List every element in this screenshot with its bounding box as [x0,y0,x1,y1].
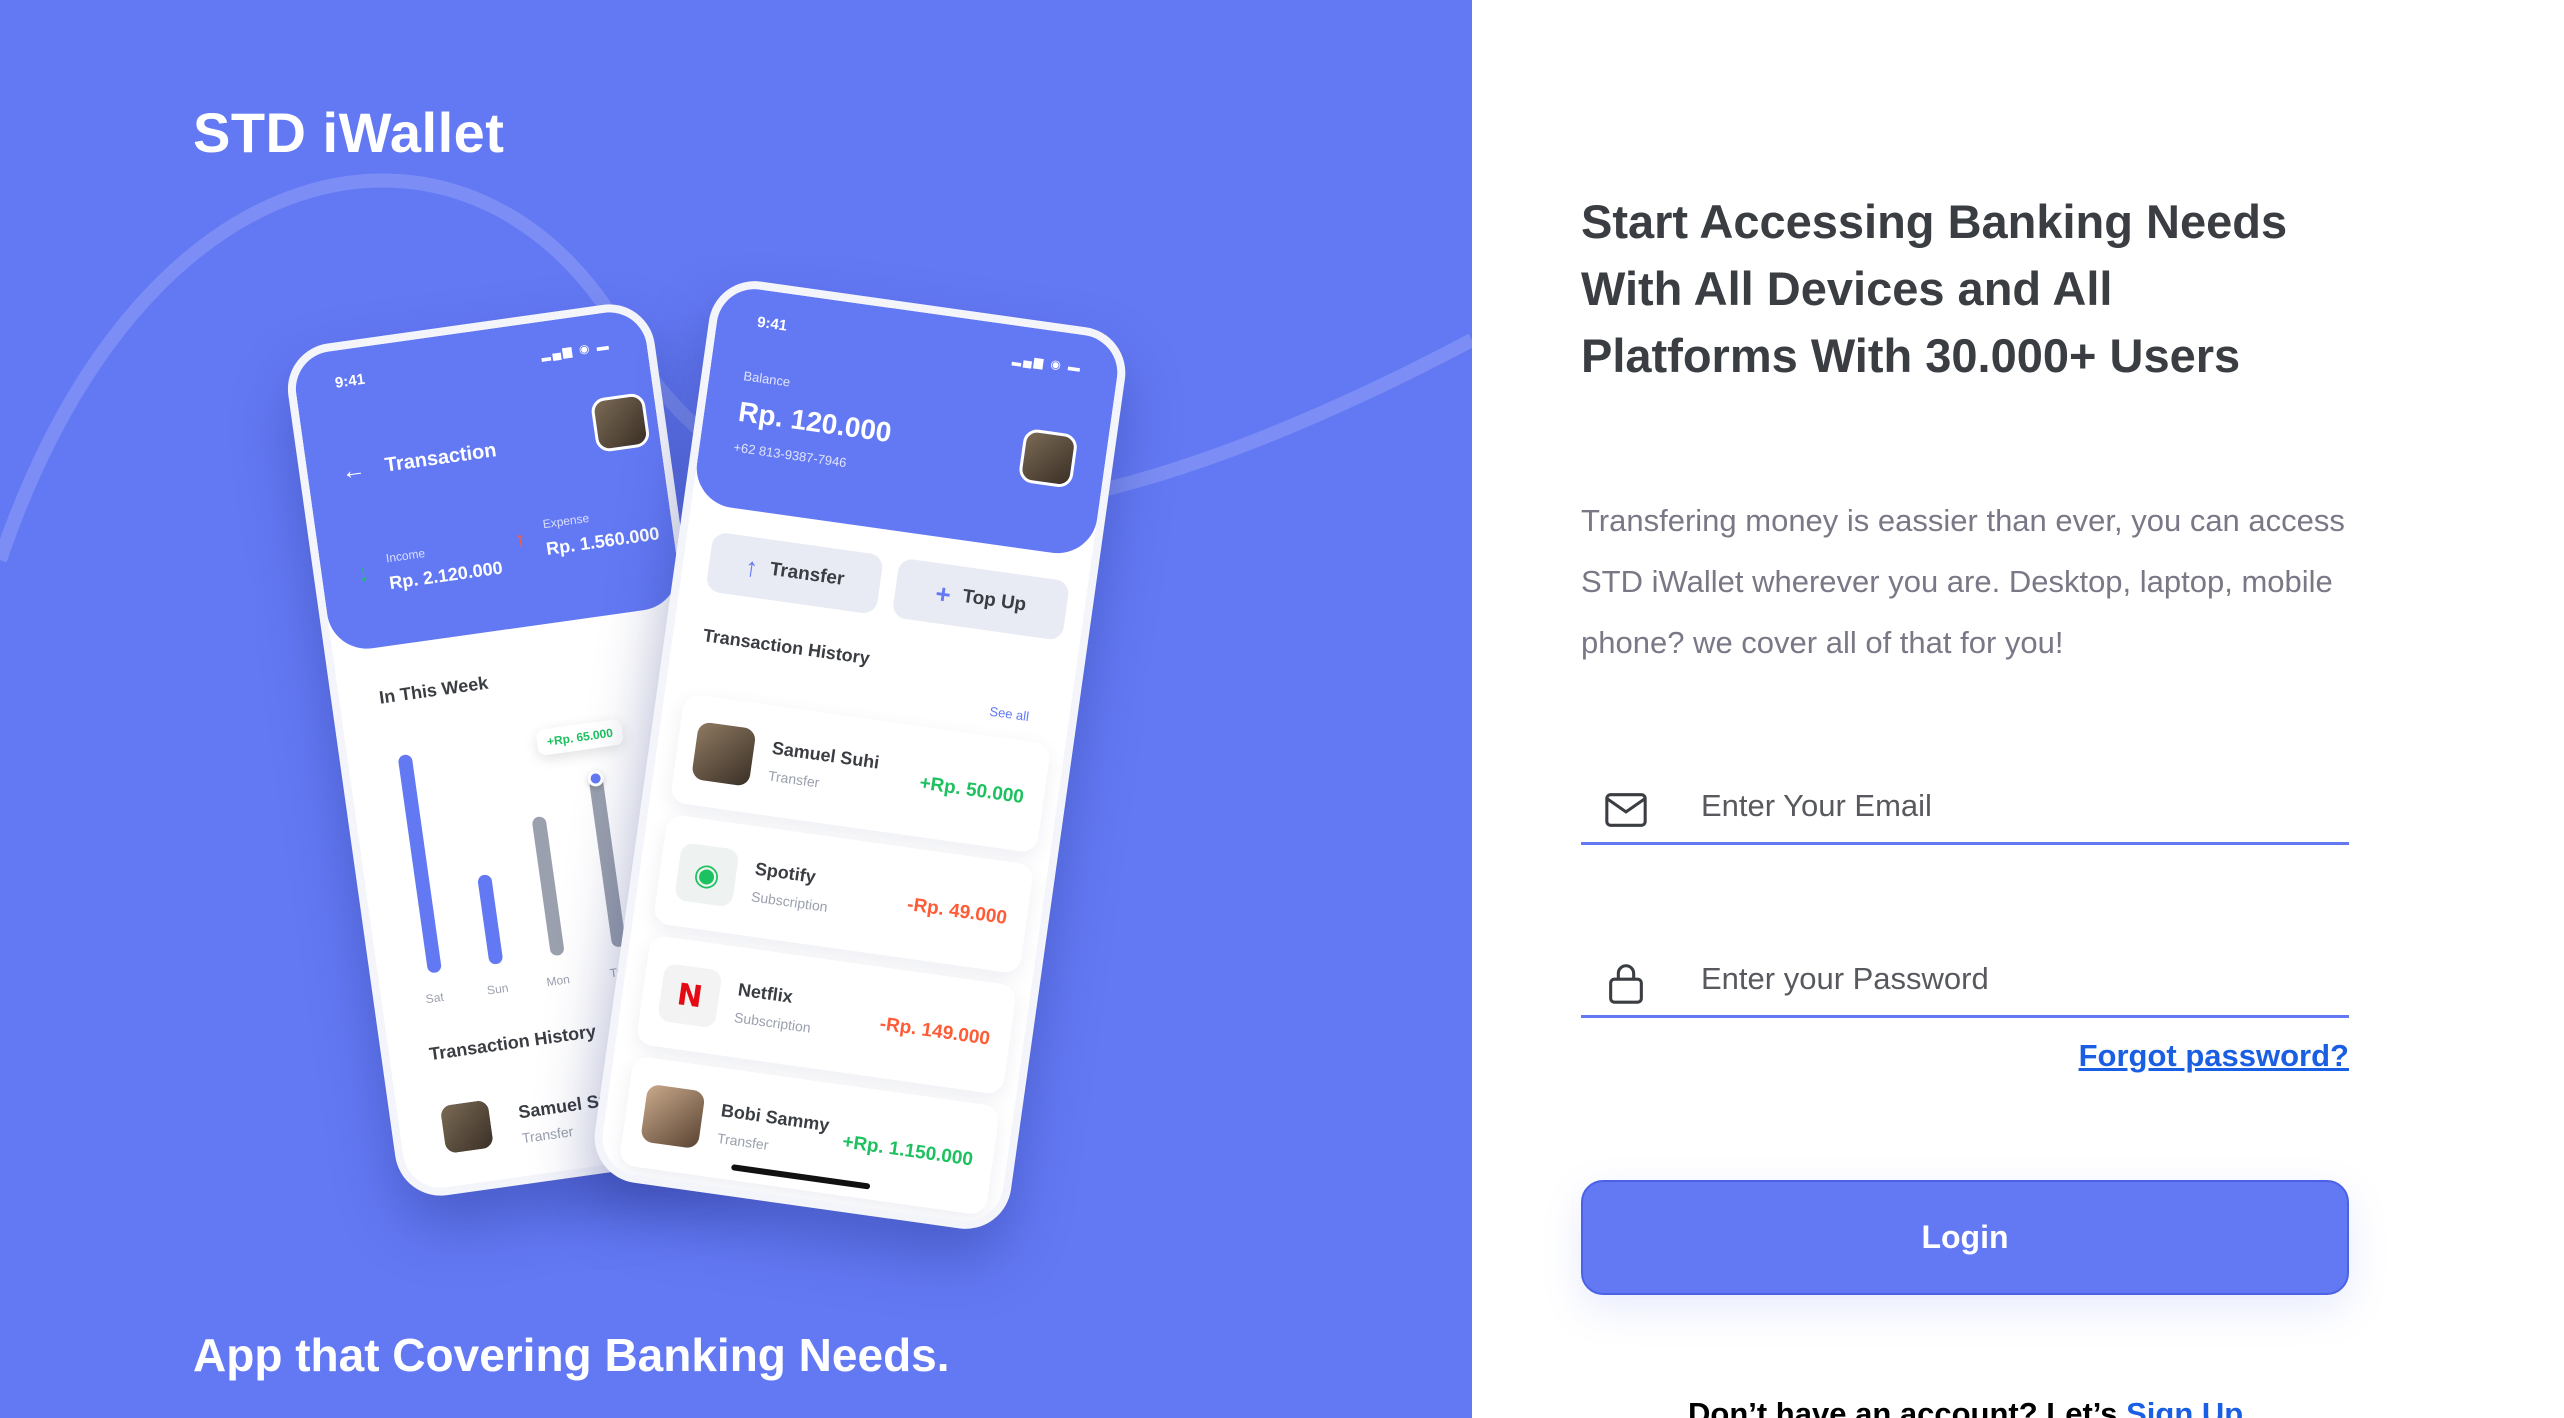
mail-icon [1605,793,1647,827]
tx-name: Spotify [753,858,817,887]
password-input[interactable] [1701,954,2321,1004]
phone-number: +62 813-9387-7946 [732,439,848,471]
signup-prompt: Don’t have an account? Let’s Sign Up [1688,1396,2243,1418]
phone-header: 9:41 ▂▄▆ ◉ ▬ ← Transaction ↓ Income Rp. … [290,307,684,654]
forgot-password-link[interactable]: Forgot password? [2079,1038,2349,1074]
history-title: Transaction History [701,625,871,669]
income-value: Rp. 2.120.000 [388,557,504,594]
balance-value: Rp. 120.000 [736,395,894,449]
chart-bar [531,815,565,957]
income-arrow-icon: ↓ [356,560,371,587]
transfer-button: ↑ Transfer [705,531,885,615]
tx-amount: +Rp. 50.000 [918,772,1026,809]
tx-sub: Subscription [750,888,829,915]
tx-name: Bobi Sammy [719,1100,831,1136]
email-field-wrapper [1581,765,2349,845]
tx-amount: -Rp. 49.000 [905,894,1009,929]
avatar [640,1083,706,1150]
chart-bar [477,873,504,966]
tx-sub: Transfer [767,767,821,791]
tagline: App that Covering Banking Needs. [193,1329,950,1381]
login-headline: Start Accessing Banking Needs With All D… [1581,195,2288,382]
spotify-icon: ◉ [674,842,740,908]
signal-wifi-battery-icon: ▂▄▆ ◉ ▬ [540,338,612,362]
see-all-link: See all [988,703,1031,725]
week-title: In This Week [377,672,490,708]
tx-sub: Transfer [716,1129,770,1153]
expense-value: Rp. 1.560.000 [544,523,661,559]
email-input[interactable] [1701,781,2321,831]
password-field-wrapper [1581,938,2349,1018]
tx-sub: Subscription [733,1009,812,1036]
avatar [691,721,757,787]
login-description: Transfering money is eassier than ever, … [1581,503,2345,660]
netflix-icon: N [657,962,723,1029]
plus-icon: + [933,577,953,610]
day-label: Sun [486,980,510,998]
login-button[interactable]: Login [1581,1180,2349,1295]
tx-name: Samuel Suhi [770,737,881,773]
topup-button: + Top Up [891,557,1071,641]
history-title: Transaction History [428,1020,598,1065]
history-sub: Transfer [520,1123,575,1147]
signal-wifi-battery-icon: ▂▄▆ ◉ ▬ [1011,351,1083,376]
phone-title: Transaction [383,439,498,477]
balance-label: Balance [742,368,792,390]
day-label: Mon [545,972,571,990]
phone-time: 9:41 [333,370,367,392]
tx-amount: -Rp. 149.000 [878,1013,992,1050]
day-label: Sat [424,989,445,1007]
phone-header: 9:41 ▂▄▆ ◉ ▬ Balance Rp. 120.000 +62 813… [691,284,1123,559]
brand-logo: STD iWallet [193,101,505,164]
avatar [436,1096,498,1158]
chart-bar [397,753,443,974]
lock-icon [1609,964,1643,1004]
tx-name: Netflix [736,979,795,1007]
topup-label: Top Up [961,585,1028,616]
tx-amount: +Rp. 1.150.000 [841,1131,975,1171]
income-label: Income [385,546,426,566]
signup-prefix: Don’t have an account? Let’s [1688,1396,2127,1418]
arrow-up-icon: ↑ [743,550,761,583]
expense-arrow-icon: ↑ [512,525,528,553]
avatar [589,392,651,454]
expense-label: Expense [541,510,590,532]
hero-panel: STD iWallet 9:41 ▂▄▆ ◉ ▬ ← Transaction ↓… [0,0,1472,1418]
chart-bar [588,777,627,948]
chart-bubble: +Rp. 65.000 [535,718,625,757]
back-arrow-icon: ← [339,455,368,486]
transfer-label: Transfer [768,558,846,590]
phone-time: 9:41 [756,313,789,335]
avatar [1017,427,1079,489]
signup-link[interactable]: Sign Up [2126,1396,2243,1418]
